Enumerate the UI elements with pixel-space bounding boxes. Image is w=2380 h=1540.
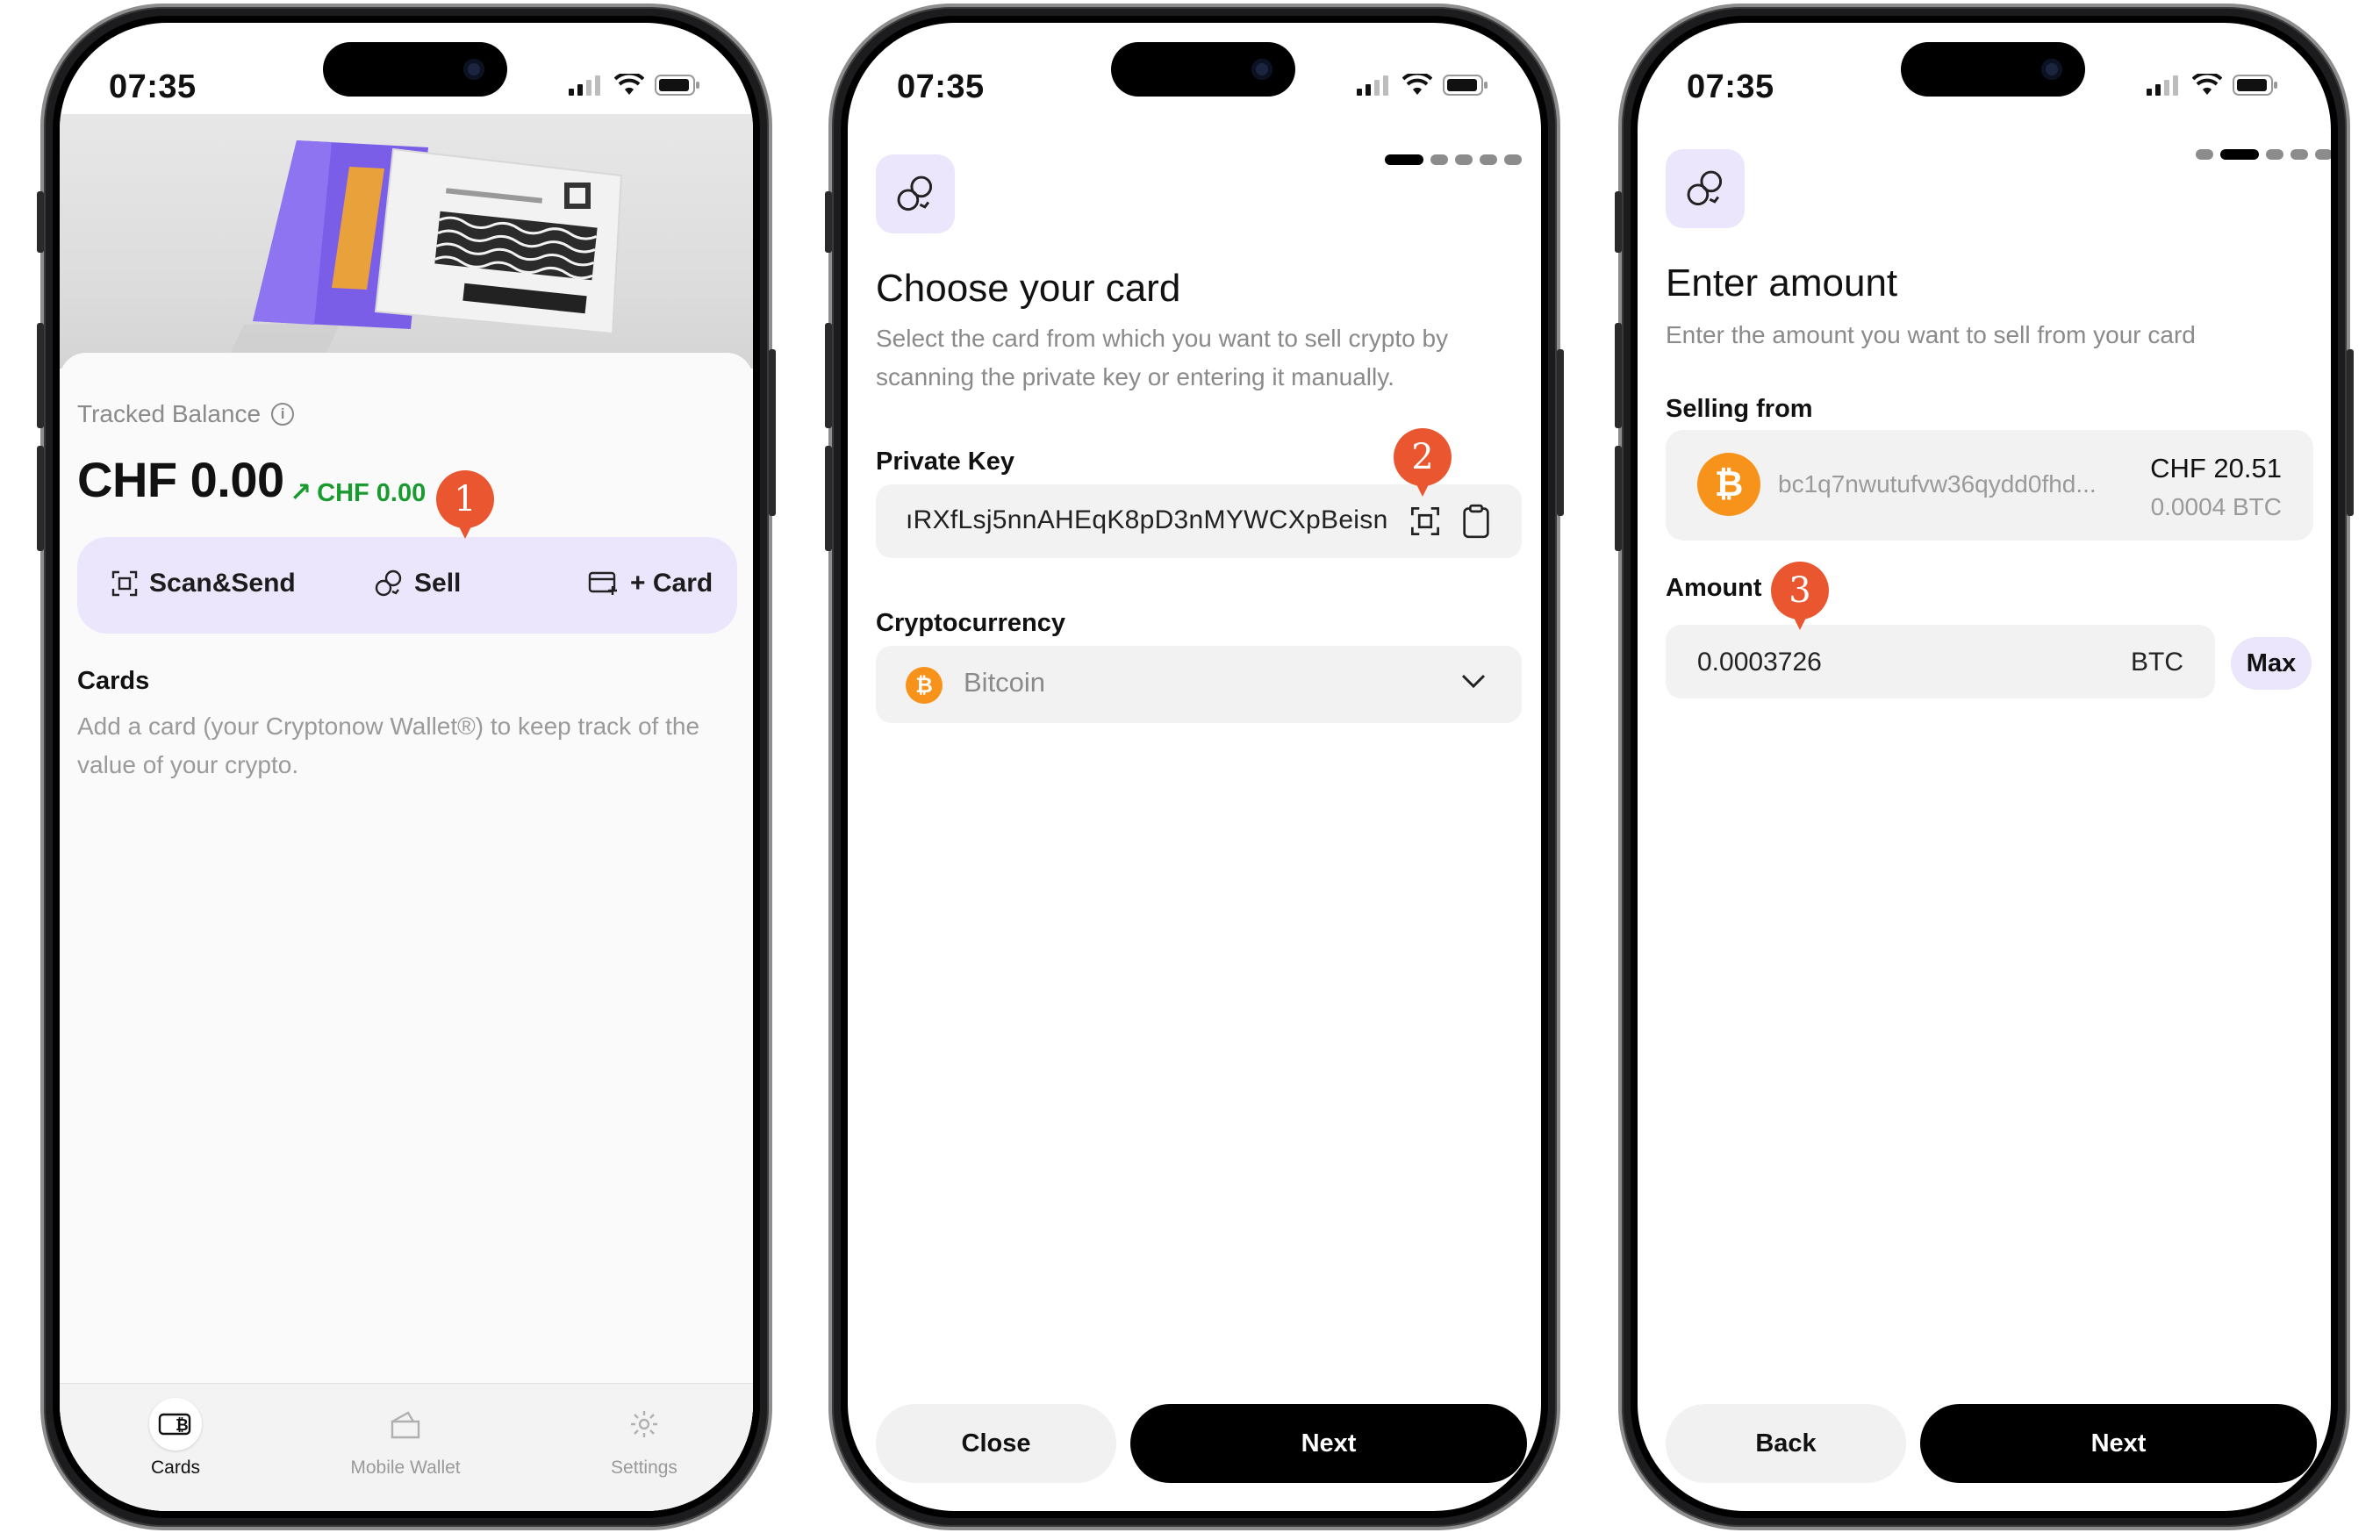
max-button[interactable]: Max xyxy=(2231,637,2312,690)
cryptocurrency-label: Cryptocurrency xyxy=(876,609,1065,637)
cryptocurrency-selected-value: Bitcoin xyxy=(964,667,1046,698)
close-button[interactable]: Close xyxy=(876,1404,1116,1483)
status-time: 07:35 xyxy=(1687,68,1774,105)
card-btc-balance: 0.0004 BTC xyxy=(2150,493,2282,520)
progress-step xyxy=(1455,154,1473,165)
tab-cards[interactable]: ₿ Cards xyxy=(97,1398,254,1479)
bitcoin-icon: ₿ xyxy=(1697,453,1760,516)
camera-icon xyxy=(1251,59,1272,80)
camera-icon xyxy=(2041,59,2062,80)
screen-enter-amount: 07:35 Enter amount Enter the amount you … xyxy=(1638,23,2331,1511)
signal-icon xyxy=(2147,75,2178,96)
progress-step xyxy=(2315,149,2331,160)
bottom-tab-bar: ₿ Cards Mobile Wallet Settings xyxy=(60,1383,753,1511)
sell-coins-icon xyxy=(375,569,402,597)
card-fiat-balance: CHF 20.51 xyxy=(2150,453,2282,483)
battery-icon xyxy=(655,75,699,96)
selling-from-label: Selling from xyxy=(1666,395,1813,423)
wifi-icon xyxy=(614,74,644,95)
phone-frame-2: 07:35 Choose your card Select the card f… xyxy=(825,4,1564,1530)
progress-step xyxy=(2196,149,2213,160)
step-marker-3: 3 xyxy=(1771,562,1829,630)
chevron-down-icon xyxy=(1461,674,1486,689)
amount-unit: BTC xyxy=(2131,648,2183,677)
dynamic-island xyxy=(323,42,507,97)
battery-icon xyxy=(2233,75,2277,96)
balance-value: CHF 0.00 xyxy=(77,452,284,507)
scan-icon[interactable] xyxy=(1406,502,1444,541)
wifi-icon xyxy=(2192,74,2222,95)
next-button[interactable]: Next xyxy=(1920,1404,2317,1483)
progress-step xyxy=(2220,149,2259,160)
step-progress-indicator xyxy=(2196,149,2331,160)
dynamic-island xyxy=(1901,42,2085,97)
balance-change: ↗ CHF 0.00 xyxy=(290,478,427,507)
dynamic-island xyxy=(1111,42,1295,97)
sell-button[interactable]: Sell xyxy=(374,569,461,598)
wifi-icon xyxy=(1402,74,1432,95)
svg-text:₿: ₿ xyxy=(176,1416,189,1435)
amount-input[interactable]: 0.0003726 xyxy=(1697,648,1822,677)
scan-send-button[interactable]: Scan&Send xyxy=(111,569,296,598)
bitcoin-card-icon: ₿ xyxy=(149,1398,202,1450)
paste-clipboard-icon[interactable] xyxy=(1457,502,1495,541)
trend-up-icon: ↗ xyxy=(290,478,312,507)
sell-coins-icon xyxy=(876,154,955,233)
camera-icon xyxy=(463,59,484,80)
wallet-icon xyxy=(379,1398,432,1450)
cryptocurrency-select[interactable]: ₿ Bitcoin xyxy=(876,646,1522,723)
signal-icon xyxy=(569,75,600,96)
progress-step xyxy=(1480,154,1497,165)
tab-settings[interactable]: Settings xyxy=(565,1398,723,1479)
progress-step xyxy=(2290,149,2308,160)
selling-from-card[interactable]: ₿ bc1q7nwutufvw36qydd0fhd... CHF 20.51 0… xyxy=(1666,430,2313,541)
step-marker-1: 1 xyxy=(436,470,494,539)
amount-field[interactable]: 0.0003726 BTC xyxy=(1666,625,2215,698)
private-key-input[interactable]: ıRXfLsj5nnAHEqK8pD3nMYWCXpBeisn xyxy=(906,505,1388,535)
screen-choose-card: 07:35 Choose your card Select the card f… xyxy=(848,23,1541,1511)
sell-coins-icon xyxy=(1666,149,1745,228)
status-time: 07:35 xyxy=(109,68,197,105)
progress-step xyxy=(1430,154,1448,165)
back-button[interactable]: Back xyxy=(1666,1404,1906,1483)
next-button[interactable]: Next xyxy=(1130,1404,1527,1483)
amount-label: Amount xyxy=(1666,574,1762,602)
progress-step xyxy=(1504,154,1522,165)
progress-step xyxy=(2266,149,2283,160)
tracked-balance-label: Tracked Balance i xyxy=(77,400,295,428)
cards-empty-hint: Add a card (your Cryptonow Wallet®) to k… xyxy=(77,713,700,778)
battery-icon xyxy=(1443,75,1488,96)
balance-sheet: Tracked Balance i CHF 0.00 ↗ CHF 0.00 Sca… xyxy=(60,353,753,1511)
step-marker-2: 2 xyxy=(1394,428,1452,497)
crypto-wallet-card-illustration xyxy=(226,140,623,362)
cards-section-title: Cards xyxy=(77,667,150,695)
page-title: Enter amount xyxy=(1666,261,1898,304)
page-title: Choose your card xyxy=(876,267,1181,310)
card-address: bc1q7nwutufvw36qydd0fhd... xyxy=(1778,470,2097,498)
card-add-icon xyxy=(588,571,617,595)
gear-icon xyxy=(618,1398,670,1450)
quick-actions-bar: Scan&Send Sell + Card xyxy=(77,537,737,634)
phone-frame-3: 07:35 Enter amount Enter the amount you … xyxy=(1615,4,2354,1530)
add-card-button[interactable]: + Card xyxy=(588,569,713,598)
info-icon[interactable]: i xyxy=(271,403,295,426)
status-icons xyxy=(2147,74,2278,97)
page-subtitle: Select the card from which you want to s… xyxy=(876,325,1449,390)
private-key-label: Private Key xyxy=(876,448,1014,476)
scan-icon xyxy=(111,570,138,597)
status-icons xyxy=(569,74,700,97)
bitcoin-icon: ₿ xyxy=(906,667,943,704)
progress-step xyxy=(1385,154,1423,165)
step-progress-indicator xyxy=(1385,154,1522,165)
signal-icon xyxy=(1357,75,1388,96)
status-icons xyxy=(1357,74,1488,97)
page-subtitle: Enter the amount you want to sell from y… xyxy=(1666,321,2196,348)
tab-mobile-wallet[interactable]: Mobile Wallet xyxy=(326,1398,484,1479)
status-time: 07:35 xyxy=(897,68,985,105)
phone-frame-1: Tracked Balance i CHF 0.00 ↗ CHF 0.00 Sca… xyxy=(37,4,776,1530)
screen-cards: Tracked Balance i CHF 0.00 ↗ CHF 0.00 Sca… xyxy=(60,23,753,1511)
wallet-card-hero-image xyxy=(60,114,753,369)
